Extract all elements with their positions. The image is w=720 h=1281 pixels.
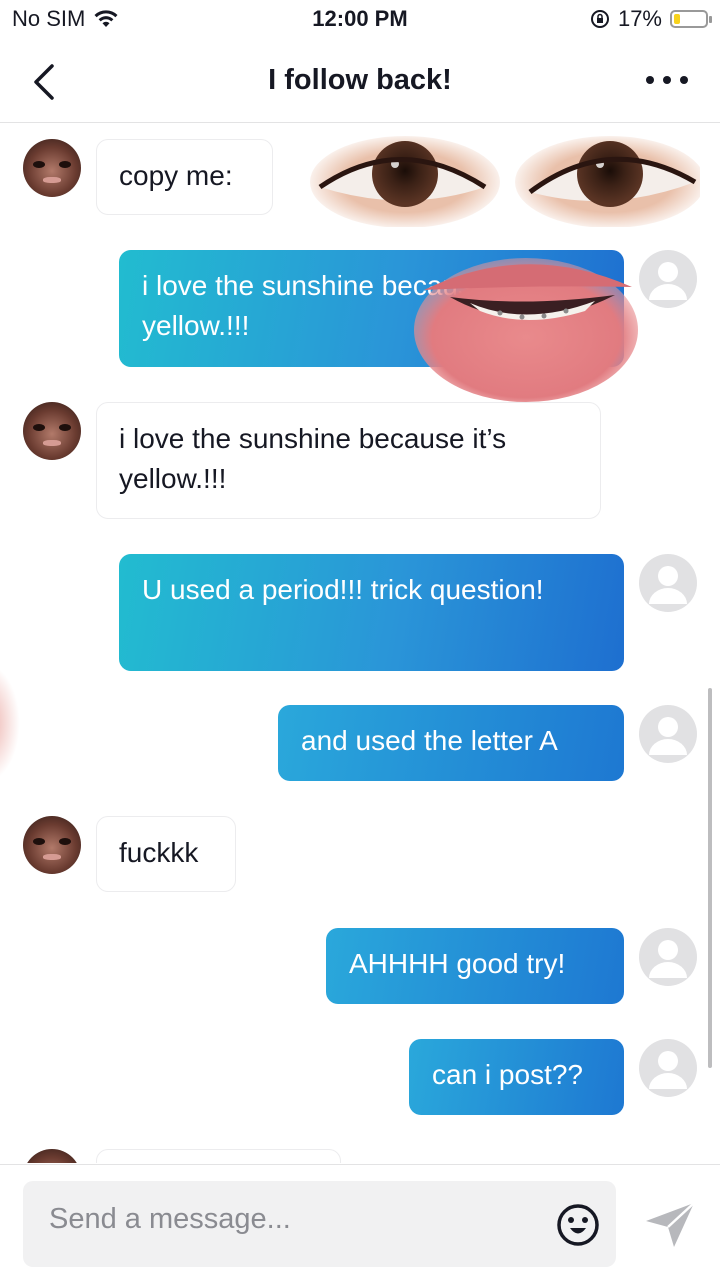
avatar[interactable] bbox=[23, 1149, 81, 1163]
emoji-icon[interactable] bbox=[556, 1203, 600, 1247]
message-text: copy me: bbox=[119, 160, 233, 191]
message-received: copy me: bbox=[96, 139, 273, 215]
message-text: i love the sunshine because it’s yellow.… bbox=[119, 423, 507, 494]
message-received: i love the sunshine because it’s yellow.… bbox=[96, 402, 601, 519]
chat-title: I follow back! bbox=[268, 64, 452, 96]
overlay-blob bbox=[0, 663, 20, 783]
message-text: AHHHH good try! bbox=[349, 948, 566, 979]
send-icon[interactable] bbox=[644, 1201, 696, 1249]
orientation-lock-icon bbox=[590, 10, 609, 28]
avatar[interactable] bbox=[639, 1039, 697, 1097]
battery-icon bbox=[670, 10, 712, 28]
status-bar: No SIM 12:00 PM 17% bbox=[0, 0, 720, 40]
avatar[interactable] bbox=[639, 705, 697, 763]
battery-percent: 17% bbox=[617, 6, 662, 31]
lips-sticker bbox=[414, 258, 638, 402]
message-input-placeholder: Send a message... bbox=[49, 1203, 291, 1235]
message-composer: Send a message... bbox=[0, 1164, 720, 1281]
message-input[interactable]: Send a message... bbox=[23, 1181, 616, 1267]
message-received: fuckkk bbox=[96, 816, 236, 892]
message-sent: can i post?? bbox=[409, 1039, 624, 1115]
status-right: 17% bbox=[590, 6, 712, 32]
avatar[interactable] bbox=[23, 139, 81, 197]
avatar[interactable] bbox=[639, 250, 697, 308]
scrollbar[interactable] bbox=[708, 688, 712, 1068]
message-text: and used the letter A bbox=[301, 725, 558, 756]
message-text: fuckkk bbox=[119, 837, 199, 868]
message-received-partial bbox=[96, 1149, 341, 1163]
message-sent: and used the letter A bbox=[278, 705, 624, 781]
message-text: U used a period!!! trick question! bbox=[142, 574, 544, 605]
avatar[interactable] bbox=[23, 816, 81, 874]
avatar[interactable] bbox=[23, 402, 81, 460]
chat-header: I follow back! bbox=[0, 40, 720, 123]
message-sent: U used a period!!! trick question! bbox=[119, 554, 624, 671]
message-sent: AHHHH good try! bbox=[326, 928, 624, 1004]
message-text: can i post?? bbox=[432, 1059, 583, 1090]
eyes-sticker bbox=[310, 136, 700, 227]
avatar[interactable] bbox=[639, 554, 697, 612]
more-horizontal-icon[interactable] bbox=[644, 70, 690, 90]
avatar[interactable] bbox=[639, 928, 697, 986]
